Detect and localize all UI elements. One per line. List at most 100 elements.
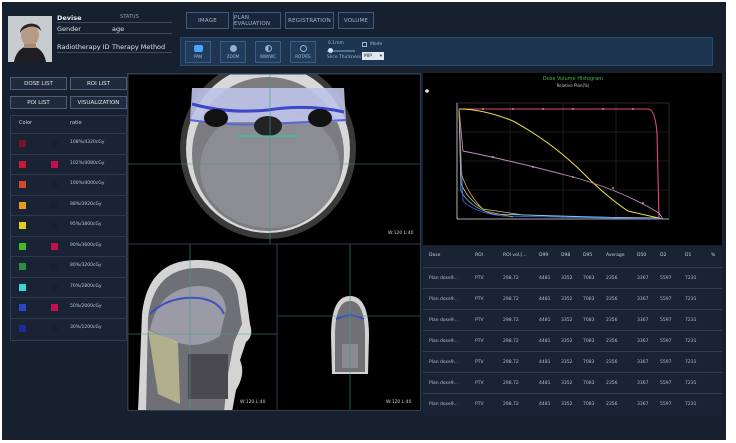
dose-table-cell: 7231: [685, 381, 697, 386]
dose-table-cell: 2356: [606, 360, 618, 365]
slice-thickness-label: Slice Thickness: [327, 55, 362, 60]
isodose-visibility-checkbox[interactable]: [51, 242, 58, 250]
pan-tool-label: PAN: [194, 54, 202, 59]
isodose-row[interactable]: 95%/3800cGy: [11, 215, 128, 234]
dose-table-row[interactable]: Plan dose9... PTV 298.72 4481 3352 7083 2356 33…: [423, 393, 722, 414]
patient-avatar: [8, 16, 52, 62]
isodose-label: 100%/4000cGy: [70, 181, 105, 186]
isodose-visibility-checkbox[interactable]: [51, 324, 58, 332]
dose-table-header[interactable]: D1: [685, 253, 691, 258]
tab-volume[interactable]: VOLUME: [338, 12, 374, 29]
dose-statistics-table: Dose ROI ROI vol.[... D99 D98 D95 Average D50 D2…: [423, 246, 722, 416]
slider-knob[interactable]: [328, 48, 333, 53]
isodose-label: 98%/3920cGy: [70, 201, 102, 207]
poi-list-button[interactable]: POI LIST: [10, 96, 67, 109]
dose-table-header[interactable]: %: [711, 253, 715, 258]
dvh-panel[interactable]: Dose Volume Histogram Relative Plan(%): [423, 73, 722, 245]
dvh-curve-tan: [458, 108, 660, 219]
isodose-visibility-checkbox[interactable]: [51, 140, 58, 147]
dose-table-header[interactable]: D2: [660, 253, 666, 258]
dose-table-cell: PTV: [475, 360, 484, 365]
dose-table-row[interactable]: Plan dose9... PTV 298.72 4481 3352 7083 2356 33…: [423, 351, 722, 372]
dose-table-cell: 5597: [660, 381, 672, 386]
dvh-curve-orange: [458, 108, 514, 218]
mode-checkbox[interactable]: [362, 42, 367, 47]
pan-tool-button[interactable]: PAN: [185, 41, 211, 63]
dose-table-cell: 5597: [660, 297, 672, 302]
dose-table-cell: 4481: [539, 318, 551, 323]
isodose-visibility-checkbox[interactable]: [51, 222, 58, 229]
dose-table-cell: 7231: [685, 276, 697, 281]
rotate-tool-label: ROTATE: [295, 54, 311, 59]
dose-table-header[interactable]: D50: [637, 253, 646, 258]
isodose-color-swatch: [19, 283, 26, 291]
isodose-label: 80%/3200cGy: [70, 263, 102, 268]
isodose-visibility-checkbox[interactable]: [51, 304, 58, 311]
isodose-visibility-checkbox[interactable]: [51, 160, 58, 168]
dose-table-row[interactable]: Plan dose9... PTV 298.72 4481 3352 7083 2356 33…: [423, 309, 722, 330]
dose-table-cell: Plan dose9...: [429, 402, 458, 407]
dose-table-cell: 7231: [685, 297, 697, 302]
divider: [57, 22, 172, 23]
dose-table-header[interactable]: D98: [561, 253, 570, 258]
isodose-row[interactable]: 50%/2000cGy: [11, 297, 128, 316]
isodose-row[interactable]: 70%/2800cGy: [11, 276, 128, 296]
isodose-visibility-checkbox[interactable]: [51, 181, 58, 188]
coronal-view[interactable]: [276, 243, 421, 411]
visualization-button[interactable]: VISUALIZATION: [70, 96, 127, 109]
dose-table-header[interactable]: ROI vol.[...: [503, 253, 527, 258]
isodose-row[interactable]: 90%/3600cGy: [11, 235, 128, 255]
dose-table-header[interactable]: D99: [539, 253, 548, 258]
dose-table-header[interactable]: Average: [606, 253, 624, 258]
isodose-visibility-checkbox[interactable]: [51, 201, 58, 209]
patient-name: Devise: [57, 14, 82, 22]
dose-list-button[interactable]: DOSE LIST: [10, 77, 67, 90]
isodose-row[interactable]: 102%/4080cGy: [11, 153, 128, 173]
tab-plan-evaluation[interactable]: PLAN EVALUATION: [233, 12, 281, 29]
isodose-row[interactable]: 108%/4320cGy: [11, 133, 128, 152]
dvh-marker: [425, 89, 429, 93]
dose-table-cell: 2356: [606, 402, 618, 407]
dose-table-row[interactable]: Plan dose9... PTV 298.72 4481 3352 7083 2356 33…: [423, 330, 722, 351]
dose-table-cell: 7083: [583, 318, 595, 323]
dose-table-row[interactable]: Plan dose9... PTV 298.72 4481 3352 7083 2356 33…: [423, 372, 722, 393]
isodose-row[interactable]: 30%/1200cGy: [11, 317, 128, 337]
dose-table-header[interactable]: Dose: [429, 253, 440, 258]
tab-registration[interactable]: REGISTRATION: [285, 12, 334, 29]
dose-table-cell: 2356: [606, 318, 618, 323]
ct-viewer[interactable]: W:120 L:40 W:120 L:40 W:120 L:40: [127, 73, 421, 411]
slice-thickness-slider[interactable]: [327, 48, 355, 53]
axial-view[interactable]: [128, 74, 421, 245]
dose-table-row[interactable]: Plan dose9... PTV 298.72 4481 3352 7083 2356 33…: [423, 267, 722, 288]
dose-table-cell: 3367: [637, 381, 649, 386]
isodose-color-swatch: [19, 140, 26, 147]
dose-table-row[interactable]: Plan dose9... PTV 298.72 4481 3352 7083 2356 33…: [423, 288, 722, 309]
isodose-visibility-checkbox[interactable]: [51, 283, 58, 291]
isodose-label: 30%/1200cGy: [70, 324, 102, 330]
rotate-tool-button[interactable]: ROTATE: [290, 41, 316, 63]
isodose-label: 70%/2800cGy: [70, 283, 102, 289]
dose-table-cell: 3352: [561, 381, 573, 386]
dose-table-cell: 7083: [583, 297, 595, 302]
mode-select[interactable]: MIP ▾: [362, 52, 384, 60]
app-window: Devise STATUS Gender age Radiotherapy ID…: [2, 2, 726, 440]
dose-table-cell: 3367: [637, 360, 649, 365]
sagittal-window-level: W:120 L:40: [240, 400, 266, 405]
isodose-row[interactable]: 80%/3200cGy: [11, 256, 128, 275]
roi-list-button[interactable]: ROI LIST: [70, 77, 127, 90]
sagittal-view[interactable]: [128, 243, 278, 411]
dose-table-cell: 5597: [660, 318, 672, 323]
isodose-row[interactable]: 100%/4000cGy: [11, 174, 128, 193]
dose-table-header[interactable]: D95: [583, 253, 592, 258]
window-level-tool-button[interactable]: WW/WC: [255, 41, 281, 63]
isodose-row[interactable]: 98%/3920cGy: [11, 194, 128, 214]
dose-table-cell: 4481: [539, 360, 551, 365]
dose-table-cell: Plan dose9...: [429, 318, 458, 323]
isodose-visibility-checkbox[interactable]: [51, 263, 58, 270]
dose-table-cell: 298.72: [503, 318, 519, 323]
isodose-label: 50%/2000cGy: [70, 304, 102, 309]
zoom-tool-button[interactable]: ZOOM: [220, 41, 246, 63]
dose-table-header[interactable]: ROI: [475, 253, 483, 258]
tab-image[interactable]: IMAGE: [186, 12, 229, 29]
therapy-method-label: Therapy Method: [112, 43, 166, 51]
